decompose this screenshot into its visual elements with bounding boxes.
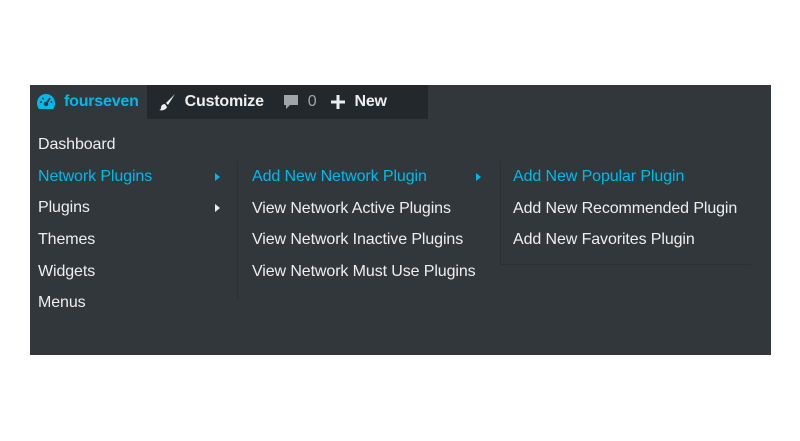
subsubmenu-item-label: Add New Recommended Plugin <box>513 199 738 217</box>
submenu-item-view-network-inactive-plugins[interactable]: View Network Inactive Plugins <box>238 224 498 256</box>
add-new-plugin-submenu: Add New Popular Plugin Add New Recommend… <box>501 161 751 265</box>
subsubmenu-item-add-new-popular-plugin[interactable]: Add New Popular Plugin <box>501 161 751 193</box>
comments-button[interactable]: 0 <box>274 85 327 119</box>
main-menu: Dashboard Network Plugins Plugins Themes… <box>30 119 238 319</box>
menu-item-plugins[interactable]: Plugins <box>30 192 238 224</box>
submenu-arrow-icon <box>476 172 481 181</box>
menu-item-label: Network Plugins <box>38 167 153 185</box>
submenu-arrow-icon <box>215 204 220 213</box>
submenu-item-label: Add New Network Plugin <box>252 167 427 185</box>
subsubmenu-item-label: Add New Favorites Plugin <box>513 231 695 249</box>
submenu-item-view-network-active-plugins[interactable]: View Network Active Plugins <box>238 193 498 225</box>
network-plugins-submenu: Add New Network Plugin View Network Acti… <box>238 161 498 300</box>
submenu-item-label: View Network Inactive Plugins <box>252 231 464 249</box>
menu-item-network-plugins[interactable]: Network Plugins <box>30 161 238 193</box>
plus-icon <box>330 94 346 110</box>
menu-item-menus[interactable]: Menus <box>30 287 238 319</box>
menu-item-dashboard[interactable]: Dashboard <box>30 129 238 161</box>
admin-bar: fourseven Customize 0 New <box>30 85 428 119</box>
subsubmenu-item-add-new-recommended-plugin[interactable]: Add New Recommended Plugin <box>501 193 751 225</box>
submenu-item-view-network-must-use-plugins[interactable]: View Network Must Use Plugins <box>238 256 498 288</box>
new-content-button[interactable]: New <box>326 85 394 119</box>
menu-item-widgets[interactable]: Widgets <box>30 256 238 288</box>
site-name-label: fourseven <box>64 93 139 110</box>
dashboard-icon <box>36 93 56 111</box>
submenu-item-add-new-network-plugin[interactable]: Add New Network Plugin <box>238 161 498 193</box>
menu-item-label: Widgets <box>38 262 96 280</box>
menu-item-label: Plugins <box>38 199 90 217</box>
admin-menu-frame: fourseven Customize 0 New Dashboard Netw… <box>30 85 771 355</box>
menu-item-themes[interactable]: Themes <box>30 224 238 256</box>
submenu-item-label: View Network Must Use Plugins <box>252 262 476 280</box>
menu-item-label: Dashboard <box>38 135 116 153</box>
site-name-link[interactable]: fourseven <box>30 85 147 119</box>
subsubmenu-item-add-new-favorites-plugin[interactable]: Add New Favorites Plugin <box>501 224 751 256</box>
brush-icon <box>157 92 177 112</box>
menu-item-label: Themes <box>38 230 96 248</box>
menu-item-label: Menus <box>38 294 86 312</box>
customize-label: Customize <box>184 93 264 110</box>
customize-button[interactable]: Customize <box>146 85 274 119</box>
submenu-item-label: View Network Active Plugins <box>252 199 451 217</box>
new-label: New <box>354 93 387 110</box>
comment-icon <box>282 93 300 111</box>
subsubmenu-item-label: Add New Popular Plugin <box>513 167 685 185</box>
submenu-arrow-icon <box>215 172 220 181</box>
comments-count: 0 <box>307 93 317 110</box>
